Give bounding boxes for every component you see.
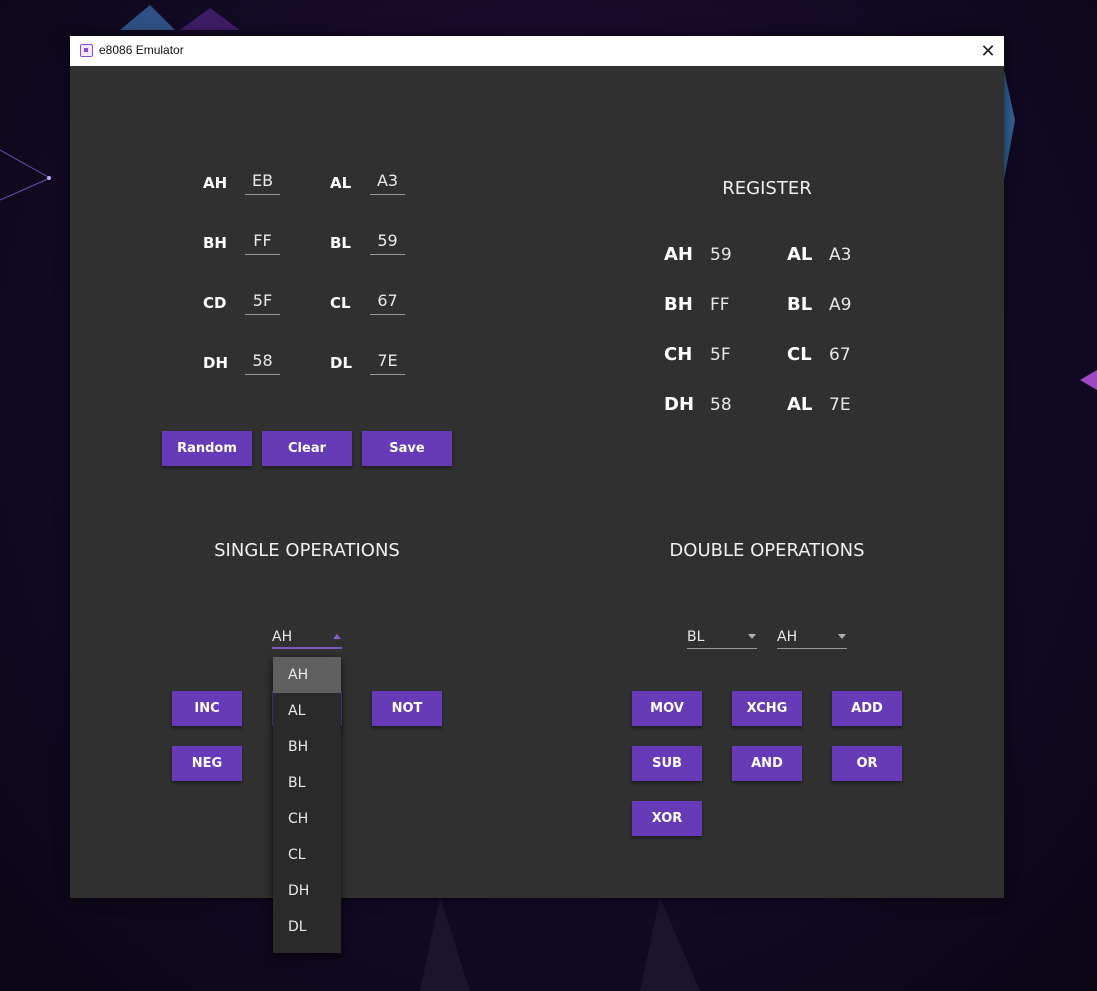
source-register-select[interactable]: BL xyxy=(687,627,757,649)
neg-button[interactable]: NEG xyxy=(172,746,242,781)
input-label-al: AL xyxy=(330,174,352,192)
register-value-ch: 5F xyxy=(710,345,731,365)
register-value-cl: 67 xyxy=(829,345,851,365)
input-label-dl: DL xyxy=(330,354,353,372)
register-label-dl: AL xyxy=(787,394,813,415)
register-label-bh: BH xyxy=(664,294,693,315)
app-icon xyxy=(80,44,93,57)
input-bl-field[interactable]: 59 xyxy=(370,231,405,255)
register-label-ch: CH xyxy=(664,344,693,365)
double-operations-heading: DOUBLE OPERATIONS xyxy=(669,540,865,561)
chevron-down-icon xyxy=(838,634,846,639)
register-value-dh: 58 xyxy=(710,395,732,415)
register-label-cl: CL xyxy=(787,344,812,365)
input-label-ah: AH xyxy=(203,174,228,192)
dropdown-option-dh[interactable]: DH xyxy=(273,873,341,909)
dropdown-option-ah[interactable]: AH xyxy=(273,657,341,693)
window-title: e8086 Emulator xyxy=(99,43,184,57)
single-register-value: AH xyxy=(272,629,293,645)
save-button[interactable]: Save xyxy=(362,431,452,466)
chevron-down-icon xyxy=(748,634,756,639)
source-register-value: BL xyxy=(687,629,705,645)
mov-button[interactable]: MOV xyxy=(632,691,702,726)
xor-button[interactable]: XOR xyxy=(632,801,702,836)
input-bh-field[interactable]: FF xyxy=(245,231,280,255)
input-label-bl: BL xyxy=(330,234,351,252)
register-value-ah: 59 xyxy=(710,245,732,265)
input-label-dh: DH xyxy=(203,354,229,372)
and-button[interactable]: AND xyxy=(732,746,802,781)
dest-register-value: AH xyxy=(777,629,798,645)
input-label-cd: CD xyxy=(203,294,227,312)
inc-button[interactable]: INC xyxy=(172,691,242,726)
dropdown-option-bl[interactable]: BL xyxy=(273,765,341,801)
chevron-up-icon xyxy=(333,634,341,639)
add-button[interactable]: ADD xyxy=(832,691,902,726)
register-label-al: AL xyxy=(787,244,813,265)
input-dh-field[interactable]: 58 xyxy=(245,351,280,375)
dropdown-option-ch[interactable]: CH xyxy=(273,801,341,837)
input-label-cl: CL xyxy=(330,294,351,312)
or-button[interactable]: OR xyxy=(832,746,902,781)
close-button[interactable]: ✕ xyxy=(972,36,1004,66)
input-cl-field[interactable]: 67 xyxy=(370,291,405,315)
input-ah-field[interactable]: EB xyxy=(245,171,280,195)
random-button[interactable]: Random xyxy=(162,431,252,466)
input-label-bh: BH xyxy=(203,234,227,252)
app-window: e8086 Emulator ✕ AH EB AL A3 BH FF BL 59… xyxy=(70,36,1004,953)
register-value-bl: A9 xyxy=(829,295,852,315)
single-register-select[interactable]: AH xyxy=(272,627,342,649)
xchg-button[interactable]: XCHG xyxy=(732,691,802,726)
dropdown-option-cl[interactable]: CL xyxy=(273,837,341,873)
dest-register-select[interactable]: AH xyxy=(777,627,847,649)
title-bar: e8086 Emulator ✕ xyxy=(70,36,1004,66)
not-button[interactable]: NOT xyxy=(372,691,442,726)
dropdown-option-al[interactable]: AL xyxy=(273,693,341,729)
register-value-dl: 7E xyxy=(829,395,851,415)
register-value-al: A3 xyxy=(829,245,852,265)
register-label-ah: AH xyxy=(664,244,693,265)
clear-button[interactable]: Clear xyxy=(262,431,352,466)
input-cd-field[interactable]: 5F xyxy=(245,291,280,315)
dropdown-option-bh[interactable]: BH xyxy=(273,729,341,765)
register-value-bh: FF xyxy=(710,295,730,315)
dropdown-option-dl[interactable]: DL xyxy=(273,909,341,945)
input-al-field[interactable]: A3 xyxy=(370,171,405,195)
register-dropdown-list: AH AL BH BL CH CL DH DL xyxy=(273,657,341,953)
sub-button[interactable]: SUB xyxy=(632,746,702,781)
register-label-dh: DH xyxy=(664,394,695,415)
input-dl-field[interactable]: 7E xyxy=(370,351,405,375)
register-heading: REGISTER xyxy=(722,178,812,199)
register-label-bl: BL xyxy=(787,294,813,315)
single-operations-heading: SINGLE OPERATIONS xyxy=(214,540,400,561)
